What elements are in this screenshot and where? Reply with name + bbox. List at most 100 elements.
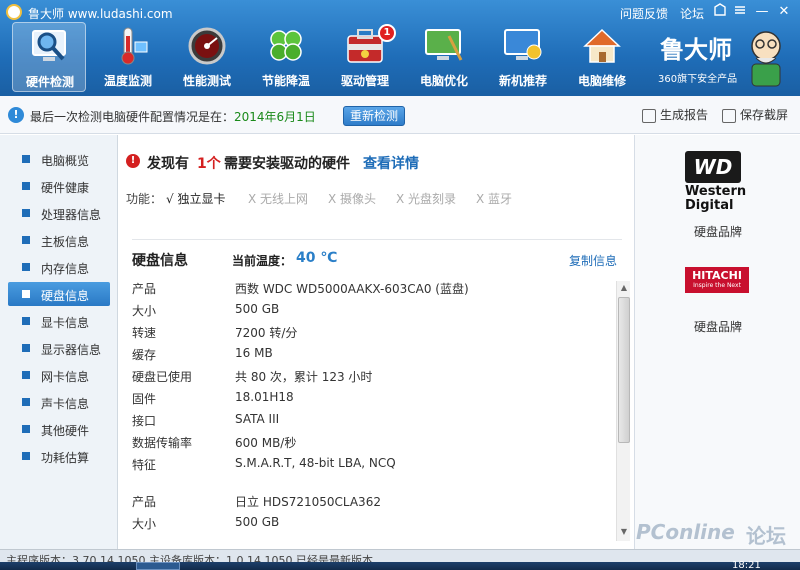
detail-key: 接口 bbox=[132, 414, 157, 428]
sidebar-item-monitor[interactable]: 显示器信息 bbox=[8, 336, 110, 360]
function-disc-burn: X 光盘刻录 bbox=[396, 192, 457, 206]
skin-icon[interactable] bbox=[710, 3, 730, 21]
detail-key: 缓存 bbox=[132, 348, 157, 362]
nav-label: 节能降温 bbox=[261, 74, 310, 88]
nav-temperature[interactable]: 温度监测 bbox=[91, 22, 165, 92]
sidebar-item-motherboard[interactable]: 主板信息 bbox=[8, 228, 110, 252]
disk-info-title: 硬盘信息 bbox=[132, 253, 188, 269]
detail-value: 600 MB/秒 bbox=[235, 436, 297, 450]
current-temp-value: 40 ℃ bbox=[296, 250, 338, 266]
detail-key: 数据传输率 bbox=[132, 436, 193, 450]
hitachi-slogan: Inspire the Next bbox=[693, 282, 741, 289]
sidebar-item-audio[interactable]: 声卡信息 bbox=[8, 390, 110, 414]
recheck-button[interactable]: 重新检测 bbox=[343, 106, 405, 126]
app-logo-icon bbox=[6, 4, 22, 20]
detail-value: 共 80 次，累计 123 小时 bbox=[235, 370, 373, 384]
function-bluetooth: X 蓝牙 bbox=[476, 192, 513, 206]
detail-key: 硬盘已使用 bbox=[132, 370, 193, 384]
bullet-icon bbox=[22, 263, 30, 271]
top-banner: 鲁大师 www.ludashi.com 问题反馈 论坛 — ✕ 硬件检测 温度监… bbox=[0, 0, 800, 96]
detail-row: 转速 7200 转/分 bbox=[132, 321, 612, 343]
sidebar-item-label: 主板信息 bbox=[41, 235, 90, 249]
detail-key: 特征 bbox=[132, 458, 157, 472]
brand-subtitle: 360旗下安全产品 bbox=[658, 74, 738, 85]
nav-optimize[interactable]: 电脑优化 bbox=[407, 22, 481, 92]
watermark-forum: 论坛 bbox=[746, 524, 786, 548]
camera-icon bbox=[722, 108, 736, 123]
sidebar-item-label: 显示器信息 bbox=[41, 343, 102, 357]
sidebar-item-label: 处理器信息 bbox=[41, 208, 102, 222]
feedback-link[interactable]: 问题反馈 bbox=[620, 5, 668, 22]
detail-row: 缓存 16 MB bbox=[132, 343, 612, 365]
monitor-medal-icon bbox=[504, 29, 542, 60]
nav-repair[interactable]: 电脑维修 bbox=[565, 22, 639, 92]
bullet-icon bbox=[22, 182, 30, 190]
sidebar-item-health[interactable]: 硬件健康 bbox=[8, 174, 110, 198]
detail-key: 产品 bbox=[132, 282, 157, 296]
view-details-link[interactable]: 查看详情 bbox=[363, 153, 419, 173]
sidebar-item-memory[interactable]: 内存信息 bbox=[8, 255, 110, 279]
detail-value: 500 GB bbox=[235, 302, 280, 316]
sidebar-item-cpu[interactable]: 处理器信息 bbox=[8, 201, 110, 225]
detail-value: S.M.A.R.T, 48-bit LBA, NCQ bbox=[235, 456, 396, 470]
nav-label: 驱动管理 bbox=[340, 74, 389, 88]
nav-hardware-detect[interactable]: 硬件检测 bbox=[12, 22, 86, 92]
forum-link[interactable]: 论坛 bbox=[680, 5, 704, 22]
detail-value: 7200 转/分 bbox=[235, 326, 298, 340]
sidebar-item-overview[interactable]: 电脑概览 bbox=[8, 147, 110, 171]
scroll-down-arrow-icon[interactable]: ▼ bbox=[617, 525, 631, 539]
scrollbar[interactable]: ▲ ▼ bbox=[616, 281, 630, 541]
detail-row: 固件 18.01H18 bbox=[132, 387, 612, 409]
detail-value: 18.01H18 bbox=[235, 390, 294, 404]
nav-label: 电脑优化 bbox=[419, 74, 468, 88]
last-check-text: 最后一次检测电脑硬件配置情况是在： bbox=[30, 110, 235, 124]
current-temp-label: 当前温度： bbox=[232, 254, 293, 268]
nav-label: 硬件检测 bbox=[25, 75, 74, 89]
minimize-button[interactable]: — bbox=[752, 3, 772, 21]
generate-report-button[interactable]: 生成报告 bbox=[642, 106, 708, 123]
detail-value: SATA III bbox=[235, 412, 280, 426]
detail-row: 大小 500 GB bbox=[132, 512, 612, 534]
menu-icon[interactable] bbox=[730, 3, 750, 21]
scroll-thumb[interactable] bbox=[618, 297, 630, 443]
sidebar-item-label: 其他硬件 bbox=[41, 424, 90, 438]
watermark: PConline 论坛 bbox=[636, 520, 796, 550]
western-digital-logo[interactable]: WD Western Digital bbox=[685, 151, 751, 213]
hitachi-logo[interactable]: HITACHI Inspire the Next bbox=[685, 267, 749, 293]
nav-driver-manage[interactable]: 1 驱动管理 bbox=[328, 22, 402, 92]
sidebar-item-other[interactable]: 其他硬件 bbox=[8, 417, 110, 441]
watermark-text: PConline bbox=[636, 520, 735, 544]
bullet-icon bbox=[22, 155, 30, 163]
nav-new-pc[interactable]: 新机推荐 bbox=[486, 22, 560, 92]
disk-detail-list: 产品 西数 WDC WD5000AAKX-603CA0 (蓝盘) 大小 500 GB… bbox=[132, 277, 612, 549]
sidebar-item-disk[interactable]: 硬盘信息 bbox=[8, 282, 110, 306]
sidebar-item-power[interactable]: 功耗估算 bbox=[8, 444, 110, 468]
nav-label: 性能测试 bbox=[182, 74, 231, 88]
nav-label: 电脑维修 bbox=[577, 74, 626, 88]
nav-energy-saving[interactable]: 节能降温 bbox=[249, 22, 323, 92]
app-title: 鲁大师 www.ludashi.com bbox=[28, 7, 173, 21]
function-camera: X 摄像头 bbox=[328, 192, 377, 206]
magnifier-monitor-icon bbox=[32, 30, 66, 61]
generate-report-label: 生成报告 bbox=[660, 108, 709, 122]
sidebar-item-label: 功耗估算 bbox=[41, 451, 90, 465]
bullet-icon bbox=[22, 290, 30, 298]
sidebar-item-label: 声卡信息 bbox=[41, 397, 90, 411]
bullet-icon bbox=[22, 452, 30, 460]
copy-info-link[interactable]: 复制信息 bbox=[569, 252, 617, 269]
nav-performance[interactable]: 性能测试 bbox=[170, 22, 244, 92]
sidebar-item-network[interactable]: 网卡信息 bbox=[8, 363, 110, 387]
last-check-date: 2014年6月1日 bbox=[234, 110, 316, 124]
save-screenshot-button[interactable]: 保存截屏 bbox=[722, 106, 788, 123]
close-button[interactable]: ✕ bbox=[774, 3, 794, 21]
sidebar-item-gpu[interactable]: 显卡信息 bbox=[8, 309, 110, 333]
bullet-icon bbox=[22, 344, 30, 352]
detail-row: 数据传输率 600 MB/秒 bbox=[132, 431, 612, 453]
scroll-up-arrow-icon[interactable]: ▲ bbox=[617, 281, 631, 295]
warning-icon: ! bbox=[126, 154, 140, 168]
sidebar-item-label: 电脑概览 bbox=[41, 154, 90, 168]
house-icon bbox=[583, 28, 621, 63]
functions-label: 功能： bbox=[126, 192, 163, 206]
taskbar-app-button[interactable] bbox=[136, 562, 180, 570]
mascot-icon bbox=[751, 31, 781, 87]
